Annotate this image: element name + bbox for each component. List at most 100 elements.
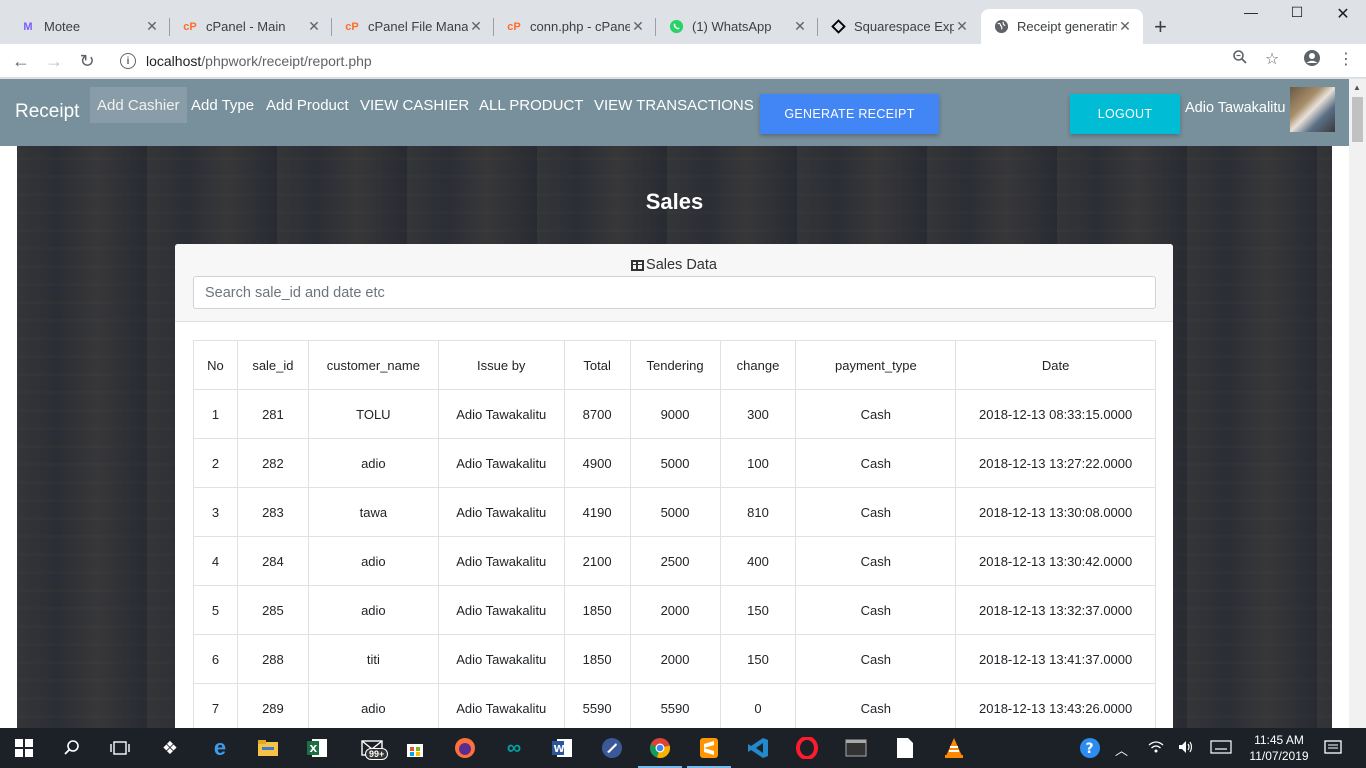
table-cell: 6 (193, 634, 238, 684)
bookmark-star-icon[interactable]: ☆ (1260, 49, 1284, 69)
table-cell: 5000 (629, 438, 721, 488)
browser-tab-receipt[interactable]: Receipt generating ✕ (981, 9, 1143, 44)
browser-tab-cpanel-file-manager[interactable]: cP cPanel File Manag ✕ (332, 9, 494, 44)
keyboard-icon[interactable] (1210, 740, 1232, 757)
address-bar[interactable]: i localhost/phpwork/receipt/report.php (108, 48, 1288, 74)
avatar[interactable] (1290, 87, 1335, 132)
logout-button[interactable]: LOGOUT (1070, 94, 1180, 134)
table-cell: 2018-12-13 13:41:37.0000 (955, 634, 1156, 684)
system-clock[interactable]: 11:45 AM 11/07/2019 (1240, 732, 1318, 764)
table-cell: Cash (795, 585, 957, 635)
nav-view-cashier[interactable]: VIEW CASHIER (353, 87, 476, 123)
table-cell: Adio Tawakalitu (437, 389, 565, 439)
table-cell: 284 (236, 536, 309, 586)
dropbox-icon[interactable]: ❖ (158, 736, 182, 760)
column-header: sale_id (236, 340, 309, 390)
back-button[interactable]: ← (8, 48, 34, 74)
close-icon[interactable]: ✕ (630, 18, 646, 35)
table-cell: Adio Tawakalitu (437, 585, 565, 635)
column-header: change (719, 340, 797, 390)
page-scrollbar[interactable]: ▲ (1349, 79, 1366, 728)
nav-add-cashier[interactable]: Add Cashier (90, 87, 187, 123)
table-cell: 288 (236, 634, 309, 684)
vscode-icon[interactable] (746, 736, 770, 760)
nav-all-product[interactable]: ALL PRODUCT (472, 87, 590, 123)
column-header: payment_type (795, 340, 957, 390)
scrollbar-thumb[interactable] (1352, 97, 1363, 142)
maximize-button[interactable]: ☐ (1274, 4, 1320, 21)
table-cell: Adio Tawakalitu (437, 683, 565, 728)
brand-logo[interactable]: Receipt (15, 101, 79, 123)
terminal-icon[interactable] (844, 736, 868, 760)
close-icon[interactable]: ✕ (1117, 18, 1133, 35)
browser-tab-strip: M Motee ✕ cP cPanel - Main ✕ cP cPanel F… (0, 0, 1366, 44)
zoom-icon[interactable] (1228, 49, 1252, 70)
firefox-icon[interactable] (453, 736, 477, 760)
cpanel-icon: cP (183, 20, 197, 33)
profile-icon[interactable] (1300, 49, 1324, 72)
card-title: Sales Data (175, 257, 1173, 273)
search-input[interactable] (193, 276, 1156, 309)
table-cell: 2018-12-13 08:33:15.0000 (955, 389, 1156, 439)
excel-icon[interactable]: X (305, 736, 329, 760)
close-icon[interactable]: ✕ (792, 18, 808, 35)
info-icon[interactable]: i (120, 53, 136, 69)
generate-receipt-button[interactable]: GENERATE RECEIPT (760, 94, 939, 134)
table-cell: Cash (795, 438, 957, 488)
table-cell: 2100 (563, 536, 631, 586)
reload-button[interactable]: ↻ (74, 48, 100, 74)
vlc-icon[interactable] (942, 736, 966, 760)
table-cell: 5000 (629, 487, 721, 537)
table-cell: adio (307, 536, 439, 586)
browser-tab-whatsapp[interactable]: (1) WhatsApp ✕ (656, 9, 818, 44)
table-cell: 1 (193, 389, 238, 439)
store-icon[interactable] (403, 736, 427, 760)
edge-icon[interactable]: e (208, 735, 232, 760)
browser-tab-motee[interactable]: M Motee ✕ (8, 9, 170, 44)
sales-card: Sales Data No sale_id customer_name Issu… (175, 244, 1173, 728)
table-cell: Adio Tawakalitu (437, 438, 565, 488)
table-cell: 150 (719, 585, 797, 635)
help-icon[interactable]: ? (1078, 736, 1102, 760)
table-cell: 7 (193, 683, 238, 728)
sublime-text-icon[interactable] (687, 736, 731, 768)
volume-icon[interactable] (1178, 740, 1194, 757)
svg-text:X: X (310, 744, 318, 755)
browser-tab-cpanel-main[interactable]: cP cPanel - Main ✕ (170, 9, 332, 44)
nav-add-type[interactable]: Add Type (184, 87, 261, 123)
nav-view-transactions[interactable]: VIEW TRANSACTIONS (587, 87, 761, 123)
chevron-up-icon[interactable]: ︿ (1115, 740, 1128, 759)
close-icon[interactable]: ✕ (954, 18, 970, 35)
search-icon[interactable] (60, 736, 84, 760)
arduino-icon[interactable]: ∞ (502, 736, 526, 760)
table-cell: titi (307, 634, 439, 684)
close-window-button[interactable]: ✕ (1320, 4, 1366, 24)
table-cell: 4190 (563, 487, 631, 537)
app-icon[interactable] (600, 736, 624, 760)
table-row: 5 285 adio Adio Tawakalitu 1850 2000 150 Cash 20… (193, 585, 1156, 635)
forward-button[interactable]: → (41, 48, 67, 74)
file-explorer-icon[interactable] (256, 736, 280, 760)
browser-tab-squarespace[interactable]: Squarespace Expe ✕ (818, 9, 980, 44)
browser-tab-conn-php[interactable]: cP conn.php - cPanel ✕ (494, 9, 656, 44)
table-row: 2 282 adio Adio Tawakalitu 4900 5000 100 Cash 20… (193, 438, 1156, 488)
opera-icon[interactable] (795, 736, 819, 760)
task-view-icon[interactable] (108, 736, 132, 760)
close-icon[interactable]: ✕ (306, 18, 322, 35)
close-icon[interactable]: ✕ (144, 18, 160, 35)
table-cell: 2018-12-13 13:32:37.0000 (955, 585, 1156, 635)
notifications-icon[interactable] (1324, 740, 1342, 759)
new-tab-button[interactable]: + (1154, 14, 1167, 40)
scroll-up-icon[interactable]: ▲ (1353, 83, 1361, 92)
mail-icon[interactable]: 99+ (355, 736, 389, 760)
minimize-button[interactable]: — (1228, 4, 1274, 20)
windows-start-icon[interactable] (12, 736, 36, 760)
wifi-icon[interactable] (1148, 740, 1164, 757)
menu-kebab-icon[interactable]: ⋮ (1334, 49, 1358, 69)
word-icon[interactable]: W (550, 736, 574, 760)
chrome-icon[interactable] (638, 736, 682, 768)
notepad-icon[interactable] (893, 736, 917, 760)
nav-add-product[interactable]: Add Product (259, 87, 356, 123)
table-cell: Cash (795, 634, 957, 684)
close-icon[interactable]: ✕ (468, 18, 484, 35)
